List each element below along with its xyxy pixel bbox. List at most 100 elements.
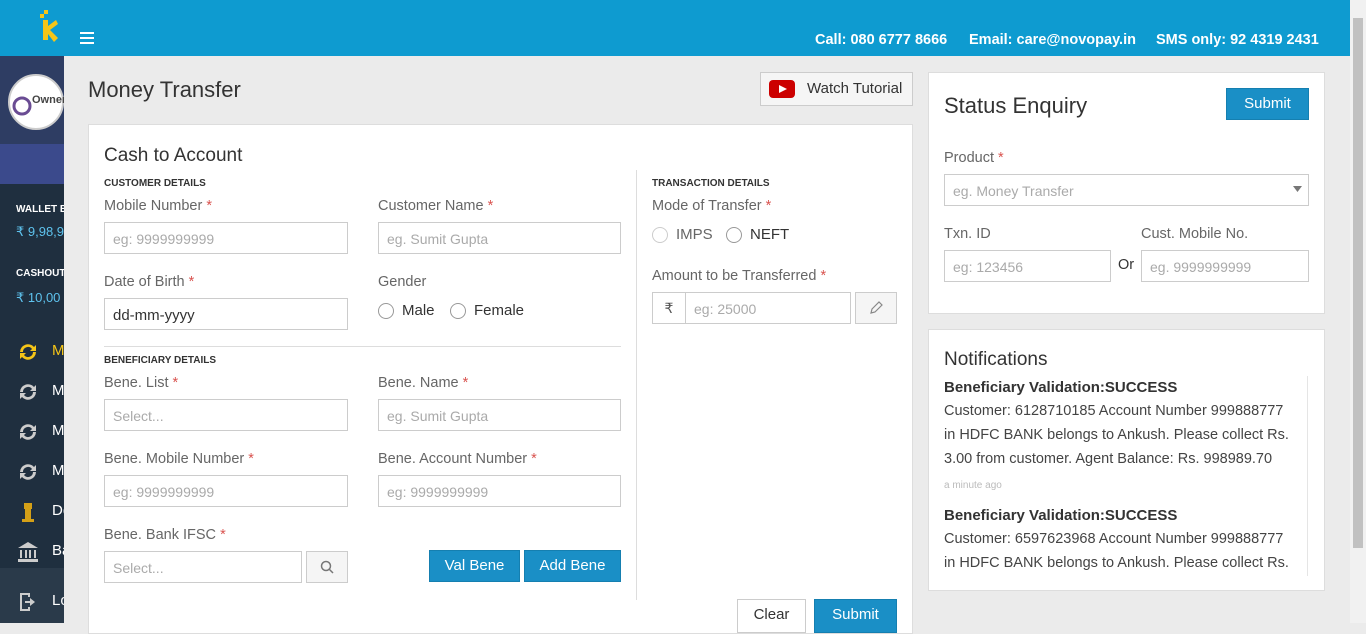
mode-imps-label: IMPS — [676, 226, 713, 243]
bank-icon — [18, 542, 38, 562]
bene-name-input[interactable]: eg. Sumit Gupta — [378, 399, 621, 431]
notification-title: Beneficiary Validation:SUCCESS — [944, 379, 1178, 396]
sidebar-item-5[interactable]: De — [0, 492, 64, 532]
pencil-icon — [870, 301, 883, 314]
watch-tutorial-label: Watch Tutorial — [807, 80, 903, 97]
gender-label: Gender — [378, 274, 427, 290]
sidebar-item-label: Lo — [52, 592, 64, 609]
chevron-down-icon — [1293, 186, 1302, 192]
bene-list-select[interactable]: Select... — [104, 399, 348, 431]
sidebar-item-label: M — [52, 342, 64, 359]
mode-neft-label: NEFT — [750, 226, 790, 243]
cashout-value: ₹ 10,00 — [16, 290, 61, 305]
or-label: Or — [1118, 257, 1135, 273]
sidebar-item-3[interactable]: M — [0, 412, 64, 452]
wallet-balance-label: WALLET B — [16, 204, 64, 215]
wallet-balance-value: ₹ 9,98,9 — [16, 224, 64, 239]
amount-prefix: ₹ — [652, 292, 686, 324]
bene-list-label: Bene. List * — [104, 375, 179, 391]
header-email[interactable]: Email: care@novopay.in — [969, 32, 1136, 48]
sidebar: Owner WALLET B ₹ 9,98,9 CASHOUT ₹ 10,00 … — [0, 56, 64, 623]
logo-icon — [40, 10, 58, 42]
status-enquiry-heading: Status Enquiry — [944, 93, 1088, 118]
product-select[interactable]: eg. Money Transfer — [944, 174, 1309, 206]
emblem-icon — [22, 503, 34, 522]
val-bene-button[interactable]: Val Bene — [429, 550, 520, 582]
scrollbar-thumb[interactable] — [1353, 18, 1363, 548]
beneficiary-details-heading: BENEFICIARY DETAILS — [104, 355, 217, 366]
dob-label: Date of Birth * — [104, 274, 195, 290]
bene-name-label: Bene. Name * — [378, 375, 469, 391]
avatar-label: Owner — [32, 94, 64, 106]
cust-mobile-label: Cust. Mobile No. — [1141, 226, 1249, 242]
page-title: Money Transfer — [88, 77, 241, 102]
avatar[interactable]: Owner — [8, 74, 64, 130]
mode-neft-radio[interactable]: NEFT — [726, 226, 789, 243]
top-bar: Call: 080 6777 8666 Email: care@novopay.… — [0, 0, 1350, 56]
divider — [104, 346, 621, 347]
bene-ifsc-label: Bene. Bank IFSC * — [104, 527, 226, 543]
form-heading: Cash to Account — [104, 145, 243, 166]
add-bene-button[interactable]: Add Bene — [524, 550, 621, 582]
cust-mobile-input[interactable]: eg. 9999999999 — [1141, 250, 1309, 282]
mobile-input[interactable]: eg: 9999999999 — [104, 222, 348, 254]
gender-female-radio[interactable]: Female — [450, 302, 524, 319]
sidebar-banner-strip — [0, 144, 64, 184]
product-label: Product * — [944, 150, 1004, 166]
amount-input[interactable]: eg: 25000 — [685, 292, 851, 324]
sidebar-item-2[interactable]: M — [0, 372, 64, 412]
customer-name-input[interactable]: eg. Sumit Gupta — [378, 222, 621, 254]
notifications-scroll-track[interactable] — [1307, 376, 1308, 576]
app-logo[interactable] — [0, 0, 64, 56]
sidebar-item-label: De — [52, 502, 64, 519]
transaction-details-heading: TRANSACTION DETAILS — [652, 178, 770, 189]
bene-account-input[interactable]: eg: 9999999999 — [378, 475, 621, 507]
sidebar-item-label: M — [52, 462, 64, 479]
sidebar-item-label: M — [52, 382, 64, 399]
notification-text: Customer: 6128710185 Account Number 9998… — [944, 403, 1289, 467]
bene-mobile-input[interactable]: eg: 9999999999 — [104, 475, 348, 507]
amount-edit-button[interactable] — [855, 292, 897, 324]
submit-button[interactable]: Submit — [814, 599, 897, 633]
txn-id-input[interactable]: eg: 123456 — [944, 250, 1111, 282]
page-scrollbar[interactable] — [1350, 0, 1366, 623]
refresh-icon — [20, 384, 36, 400]
sidebar-item-label: M — [52, 422, 64, 439]
customer-details-heading: CUSTOMER DETAILS — [104, 178, 206, 189]
dob-input[interactable]: dd-mm-yyyy — [104, 298, 348, 330]
status-submit-button[interactable]: Submit — [1226, 88, 1309, 120]
sidebar-item-6[interactable]: Ba — [0, 532, 64, 572]
customer-name-label: Customer Name * — [378, 198, 494, 214]
cashout-label: CASHOUT — [16, 268, 64, 279]
mobile-label: Mobile Number * — [104, 198, 213, 214]
sidebar-item-4[interactable]: M — [0, 452, 64, 492]
header-call[interactable]: Call: 080 6777 8666 — [815, 32, 947, 48]
gender-female-label: Female — [474, 302, 525, 319]
menu-toggle-icon[interactable] — [80, 32, 94, 44]
sidebar-item-logout[interactable]: Lo — [0, 582, 64, 622]
notification-text: Customer: 6597623968 Account Number 9998… — [944, 531, 1289, 571]
notifications-heading: Notifications — [944, 349, 1048, 370]
gender-male-label: Male — [402, 302, 435, 319]
notification-title: Beneficiary Validation:SUCCESS — [944, 507, 1178, 524]
watch-tutorial-button[interactable]: Watch Tutorial — [760, 72, 913, 106]
gender-male-radio[interactable]: Male — [378, 302, 435, 319]
refresh-icon — [20, 344, 36, 360]
txn-id-label: Txn. ID — [944, 226, 991, 242]
vertical-divider — [636, 170, 637, 600]
bene-mobile-label: Bene. Mobile Number * — [104, 451, 254, 467]
logout-icon — [20, 593, 35, 611]
mode-imps-radio[interactable]: IMPS — [652, 226, 713, 243]
search-icon — [320, 560, 334, 574]
bene-ifsc-select[interactable]: Select... — [104, 551, 302, 583]
sidebar-item-label: Ba — [52, 542, 64, 559]
refresh-icon — [20, 464, 36, 480]
bene-account-label: Bene. Account Number * — [378, 451, 537, 467]
youtube-icon — [769, 80, 795, 98]
notification-time: a minute ago — [944, 480, 1002, 491]
mode-label: Mode of Transfer * — [652, 198, 772, 214]
sidebar-item-1[interactable]: M — [0, 332, 64, 372]
amount-label: Amount to be Transferred * — [652, 268, 827, 284]
clear-button[interactable]: Clear — [737, 599, 806, 633]
ifsc-search-button[interactable] — [306, 551, 348, 583]
